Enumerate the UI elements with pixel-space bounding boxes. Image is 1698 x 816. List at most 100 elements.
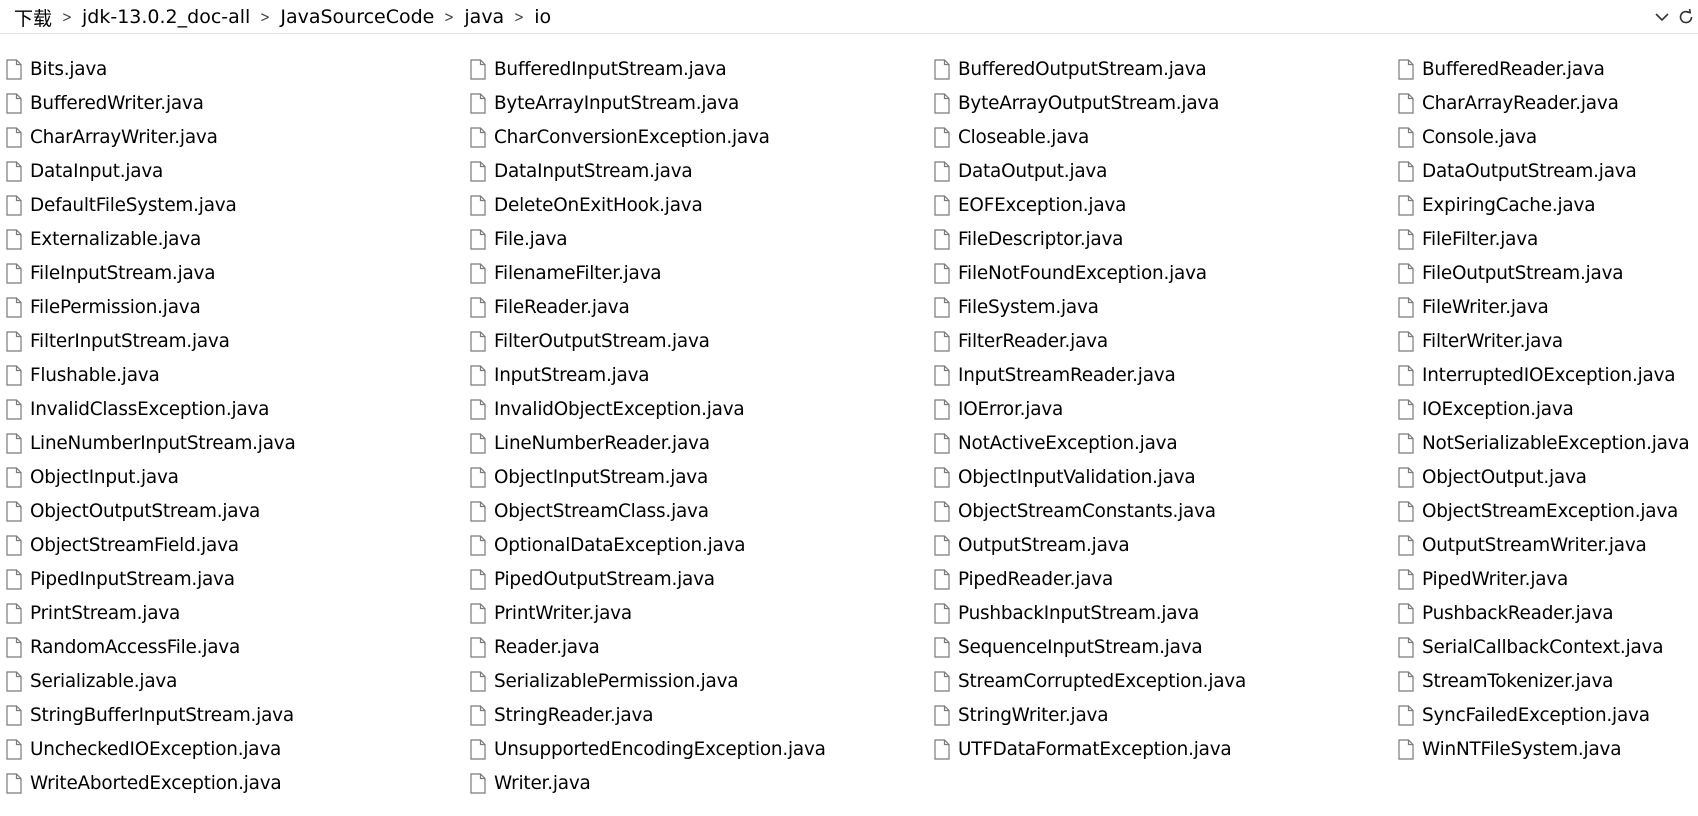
- file-item[interactable]: PipedInputStream.java: [0, 562, 464, 596]
- file-item[interactable]: DataInput.java: [0, 154, 464, 188]
- file-item[interactable]: LineNumberInputStream.java: [0, 426, 464, 460]
- breadcrumb-item-javasourcecode[interactable]: JavaSourceCode: [278, 6, 436, 28]
- file-item[interactable]: StreamTokenizer.java: [1392, 664, 1698, 698]
- chevron-right-icon[interactable]: >: [255, 8, 276, 26]
- file-item[interactable]: PipedWriter.java: [1392, 562, 1698, 596]
- file-item[interactable]: StringWriter.java: [928, 698, 1392, 732]
- file-item[interactable]: PrintStream.java: [0, 596, 464, 630]
- file-item[interactable]: ObjectInput.java: [0, 460, 464, 494]
- file-item[interactable]: CharArrayReader.java: [1392, 86, 1698, 120]
- file-item[interactable]: FileNotFoundException.java: [928, 256, 1392, 290]
- file-item[interactable]: IOError.java: [928, 392, 1392, 426]
- file-item[interactable]: BufferedWriter.java: [0, 86, 464, 120]
- file-item[interactable]: DataOutputStream.java: [1392, 154, 1698, 188]
- file-item[interactable]: InvalidObjectException.java: [464, 392, 928, 426]
- file-item[interactable]: ObjectStreamClass.java: [464, 494, 928, 528]
- blank-file-icon: [934, 296, 952, 318]
- file-item[interactable]: Writer.java: [464, 766, 928, 800]
- file-item[interactable]: BufferedOutputStream.java: [928, 52, 1392, 86]
- file-item[interactable]: UTFDataFormatException.java: [928, 732, 1392, 766]
- breadcrumb-item-downloads[interactable]: 下载: [12, 4, 54, 31]
- file-item[interactable]: DataOutput.java: [928, 154, 1392, 188]
- file-item[interactable]: UncheckedIOException.java: [0, 732, 464, 766]
- file-item[interactable]: WinNTFileSystem.java: [1392, 732, 1698, 766]
- file-item[interactable]: Flushable.java: [0, 358, 464, 392]
- file-item[interactable]: StringReader.java: [464, 698, 928, 732]
- file-item[interactable]: ObjectStreamConstants.java: [928, 494, 1392, 528]
- file-item[interactable]: PipedOutputStream.java: [464, 562, 928, 596]
- file-item[interactable]: CharArrayWriter.java: [0, 120, 464, 154]
- file-item[interactable]: BufferedReader.java: [1392, 52, 1698, 86]
- file-item[interactable]: FileDescriptor.java: [928, 222, 1392, 256]
- file-item[interactable]: FilenameFilter.java: [464, 256, 928, 290]
- file-item[interactable]: ObjectOutputStream.java: [0, 494, 464, 528]
- file-item[interactable]: OptionalDataException.java: [464, 528, 928, 562]
- file-item[interactable]: InputStream.java: [464, 358, 928, 392]
- file-item[interactable]: NotSerializableException.java: [1392, 426, 1698, 460]
- file-item[interactable]: SyncFailedException.java: [1392, 698, 1698, 732]
- file-item[interactable]: ObjectInputValidation.java: [928, 460, 1392, 494]
- file-item[interactable]: ObjectStreamException.java: [1392, 494, 1698, 528]
- file-item[interactable]: Closeable.java: [928, 120, 1392, 154]
- file-item[interactable]: FileInputStream.java: [0, 256, 464, 290]
- file-item[interactable]: DataInputStream.java: [464, 154, 928, 188]
- file-item[interactable]: DeleteOnExitHook.java: [464, 188, 928, 222]
- file-item[interactable]: ObjectStreamField.java: [0, 528, 464, 562]
- file-item[interactable]: WriteAbortedException.java: [0, 766, 464, 800]
- file-item[interactable]: PrintWriter.java: [464, 596, 928, 630]
- file-item[interactable]: FilterInputStream.java: [0, 324, 464, 358]
- file-item[interactable]: FilePermission.java: [0, 290, 464, 324]
- file-item[interactable]: UnsupportedEncodingException.java: [464, 732, 928, 766]
- chevron-right-icon[interactable]: >: [439, 8, 460, 26]
- chevron-down-icon[interactable]: [1653, 0, 1671, 34]
- chevron-right-icon[interactable]: >: [57, 8, 78, 26]
- file-item[interactable]: CharConversionException.java: [464, 120, 928, 154]
- chevron-right-icon[interactable]: >: [509, 8, 530, 26]
- address-bar[interactable]: 下载 > jdk-13.0.2_doc-all > JavaSourceCode…: [0, 0, 1698, 34]
- file-item[interactable]: FileReader.java: [464, 290, 928, 324]
- file-item[interactable]: ObjectInputStream.java: [464, 460, 928, 494]
- file-item[interactable]: SerializablePermission.java: [464, 664, 928, 698]
- file-item[interactable]: Serializable.java: [0, 664, 464, 698]
- file-item[interactable]: FilterWriter.java: [1392, 324, 1698, 358]
- file-item[interactable]: OutputStream.java: [928, 528, 1392, 562]
- file-item[interactable]: ExpiringCache.java: [1392, 188, 1698, 222]
- file-item[interactable]: InterruptedIOException.java: [1392, 358, 1698, 392]
- file-item[interactable]: PushbackInputStream.java: [928, 596, 1392, 630]
- file-item[interactable]: RandomAccessFile.java: [0, 630, 464, 664]
- file-item[interactable]: ByteArrayInputStream.java: [464, 86, 928, 120]
- file-item[interactable]: Bits.java: [0, 52, 464, 86]
- file-item[interactable]: ObjectOutput.java: [1392, 460, 1698, 494]
- file-item[interactable]: Console.java: [1392, 120, 1698, 154]
- file-item[interactable]: StringBufferInputStream.java: [0, 698, 464, 732]
- file-item[interactable]: BufferedInputStream.java: [464, 52, 928, 86]
- file-item[interactable]: PipedReader.java: [928, 562, 1392, 596]
- file-item[interactable]: FilterOutputStream.java: [464, 324, 928, 358]
- breadcrumb-item-io[interactable]: io: [532, 6, 553, 28]
- file-item[interactable]: InvalidClassException.java: [0, 392, 464, 426]
- file-item[interactable]: SerialCallbackContext.java: [1392, 630, 1698, 664]
- file-item[interactable]: FileWriter.java: [1392, 290, 1698, 324]
- file-item[interactable]: Reader.java: [464, 630, 928, 664]
- file-item[interactable]: OutputStreamWriter.java: [1392, 528, 1698, 562]
- file-item[interactable]: FileFilter.java: [1392, 222, 1698, 256]
- file-item[interactable]: InputStreamReader.java: [928, 358, 1392, 392]
- file-item[interactable]: FilterReader.java: [928, 324, 1392, 358]
- file-item[interactable]: IOException.java: [1392, 392, 1698, 426]
- file-item[interactable]: ByteArrayOutputStream.java: [928, 86, 1392, 120]
- file-item[interactable]: NotActiveException.java: [928, 426, 1392, 460]
- file-item[interactable]: FileOutputStream.java: [1392, 256, 1698, 290]
- file-item[interactable]: StreamCorruptedException.java: [928, 664, 1392, 698]
- file-name: IOException.java: [1422, 398, 1574, 420]
- file-item[interactable]: FileSystem.java: [928, 290, 1392, 324]
- file-item[interactable]: DefaultFileSystem.java: [0, 188, 464, 222]
- breadcrumb-item-jdk-doc[interactable]: jdk-13.0.2_doc-all: [80, 6, 252, 28]
- file-item[interactable]: PushbackReader.java: [1392, 596, 1698, 630]
- file-item[interactable]: File.java: [464, 222, 928, 256]
- file-item[interactable]: Externalizable.java: [0, 222, 464, 256]
- breadcrumb-item-java[interactable]: java: [462, 6, 506, 28]
- file-item[interactable]: LineNumberReader.java: [464, 426, 928, 460]
- file-item[interactable]: SequenceInputStream.java: [928, 630, 1392, 664]
- file-item[interactable]: EOFException.java: [928, 188, 1392, 222]
- refresh-icon[interactable]: [1676, 0, 1696, 34]
